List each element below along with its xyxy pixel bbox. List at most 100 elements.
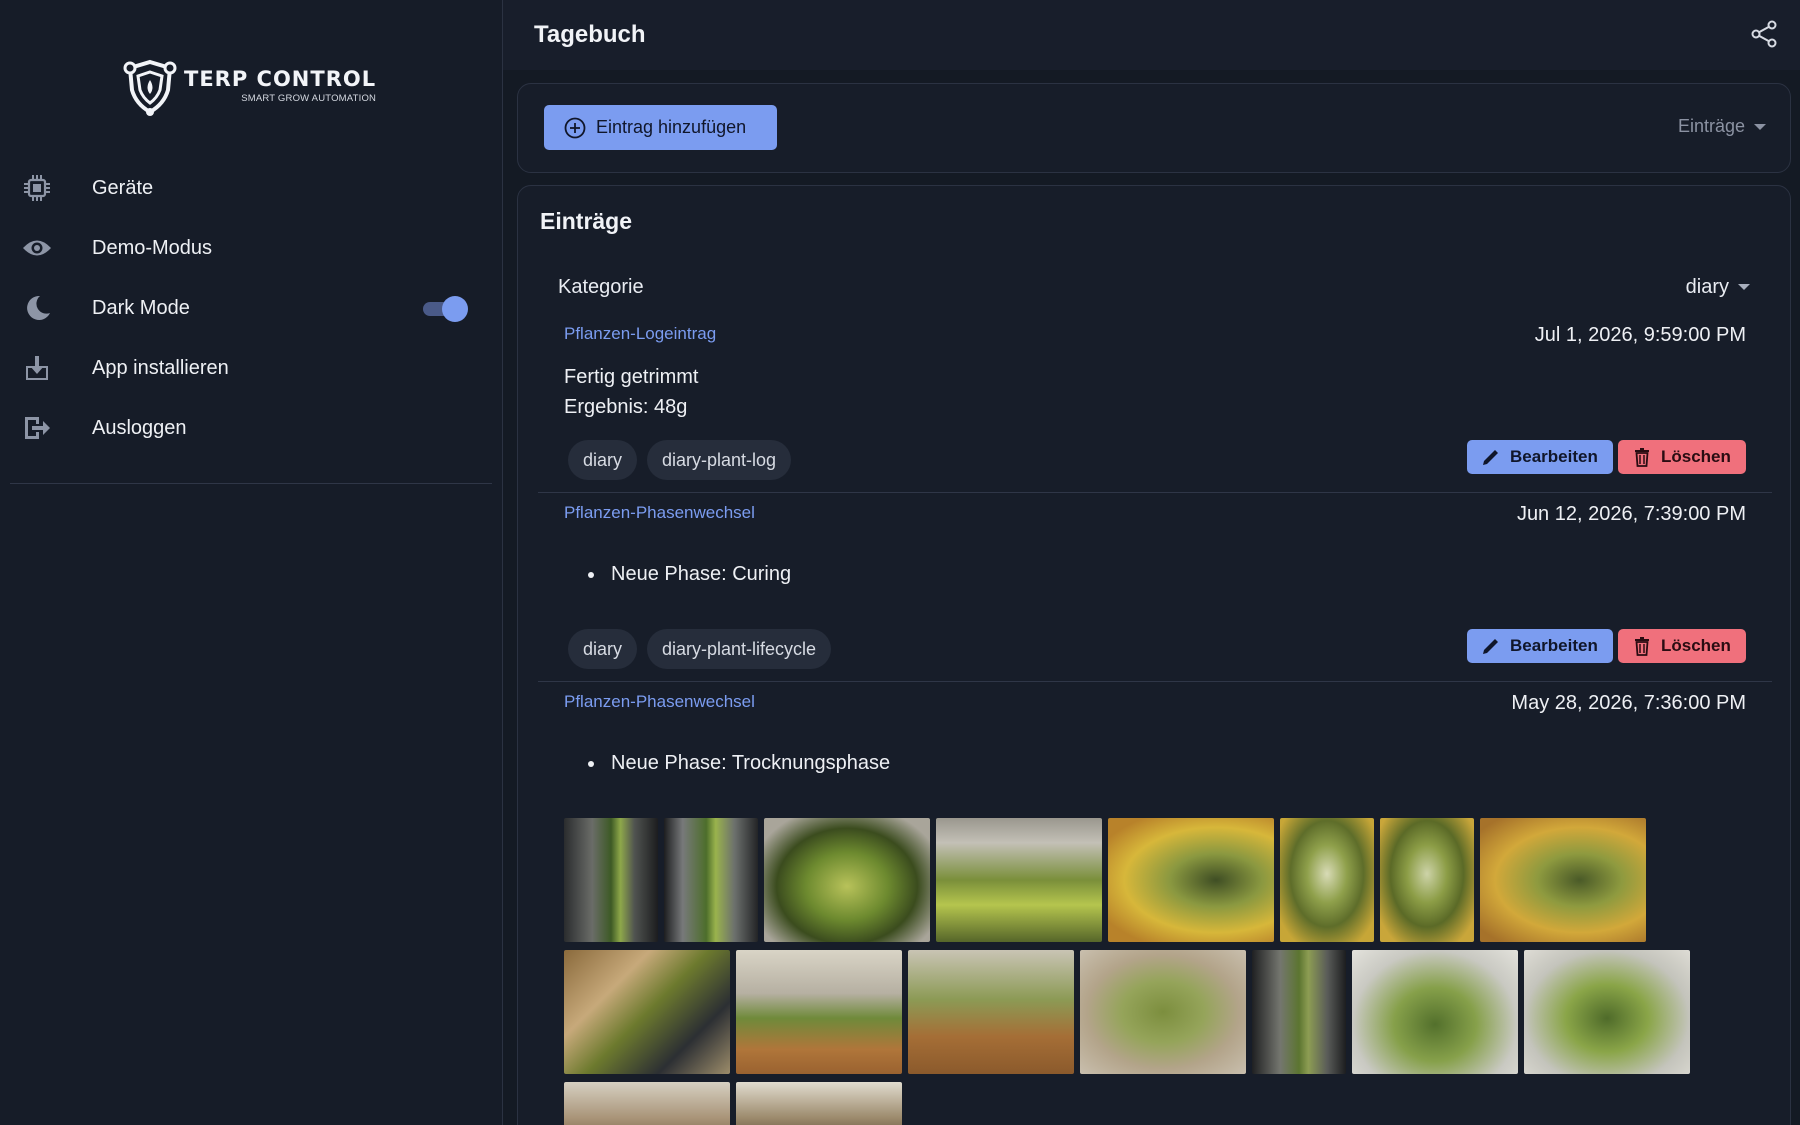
sidebar-nav: Geräte Demo-Modus Dark Mode App installi…: [0, 158, 503, 458]
photo-thumbnail[interactable]: [736, 1082, 902, 1125]
delete-label: Löschen: [1661, 447, 1731, 466]
brand-subtitle: SMART GROW AUTOMATION: [241, 92, 377, 104]
entry-bullet-text: Neue Phase: Trocknungsphase: [611, 752, 891, 774]
photo-thumbnail[interactable]: [936, 818, 1102, 942]
sidebar-item-logout[interactable]: Ausloggen: [0, 398, 503, 458]
share-icon[interactable]: [1750, 20, 1778, 48]
photo-thumbnail[interactable]: [1380, 818, 1474, 942]
entry-type-link[interactable]: Pflanzen-Phasenwechsel: [564, 692, 755, 712]
entry-actions: Bearbeiten Löschen: [1467, 629, 1746, 663]
brand-logo[interactable]: TERP CONTROL SMART GROW AUTOMATION: [120, 56, 376, 116]
entry-type-link[interactable]: Pflanzen-Phasenwechsel: [564, 503, 755, 523]
chip-icon: [22, 173, 52, 203]
category-label: Kategorie: [558, 275, 644, 298]
tag-chip[interactable]: diary: [568, 440, 638, 480]
photo-thumbnail[interactable]: [664, 818, 758, 942]
entries-title: Einträge: [540, 208, 633, 234]
entries-select[interactable]: Einträge: [1678, 116, 1766, 137]
photo-thumbnail[interactable]: [564, 950, 730, 1074]
category-value: diary: [1685, 275, 1729, 298]
entry-bullet: Neue Phase: Curing: [588, 563, 791, 586]
sidebar-item-devices[interactable]: Geräte: [0, 158, 503, 218]
page-title: Tagebuch: [534, 21, 646, 48]
photo-thumbnail[interactable]: [1108, 818, 1274, 942]
moon-icon: [22, 293, 52, 323]
entry-date: Jun 12, 2026, 7:39:00 PM: [1516, 503, 1746, 525]
diary-entry: Pflanzen-Phasenwechsel May 28, 2026, 7:3…: [538, 692, 1772, 1125]
add-entry-label: Eintrag hinzufügen: [596, 117, 747, 137]
entries-select-label: Einträge: [1677, 116, 1745, 136]
entries-card: Einträge Kategorie diary Pflanzen-Logein…: [517, 185, 1791, 1125]
diary-entry: Pflanzen-Phasenwechsel Jun 12, 2026, 7:3…: [538, 503, 1772, 683]
top-bar: Tagebuch: [503, 0, 1800, 70]
entry-date: May 28, 2026, 7:36:00 PM: [1511, 692, 1746, 714]
sidebar-item-label: Ausloggen: [92, 416, 187, 439]
delete-button[interactable]: Löschen: [1618, 440, 1746, 474]
trash-icon: [1635, 448, 1649, 467]
photo-thumbnail[interactable]: [764, 818, 930, 942]
entry-line: Fertig getrimmt: [564, 366, 699, 388]
sidebar-item-label: Geräte: [92, 176, 154, 199]
entry-text: Fertig getrimmt Ergebnis: 48g: [564, 362, 698, 422]
photo-thumbnail[interactable]: [1080, 950, 1246, 1074]
entry-tags: diary diary-plant-log: [568, 440, 792, 480]
add-entry-button[interactable]: Eintrag hinzufügen: [544, 105, 777, 150]
pencil-icon: [1483, 639, 1498, 654]
entry-bullet: Neue Phase: Trocknungsphase: [588, 752, 890, 775]
photo-thumbnail[interactable]: [1352, 950, 1518, 1074]
photo-thumbnail[interactable]: [736, 950, 902, 1074]
entry-type-link[interactable]: Pflanzen-Logeintrag: [564, 324, 716, 344]
bullet-dot: [588, 760, 594, 767]
logout-icon: [22, 413, 52, 443]
bullet-dot: [588, 571, 594, 578]
edit-label: Bearbeiten: [1510, 636, 1598, 655]
sidebar-item-label: Demo-Modus: [92, 236, 213, 259]
app-root: TERP CONTROL SMART GROW AUTOMATION Gerät…: [0, 0, 1800, 1125]
terp-control-logo-icon: [123, 59, 177, 116]
delete-label: Löschen: [1661, 636, 1731, 655]
edit-label: Bearbeiten: [1510, 447, 1598, 466]
sidebar-item-label: Dark Mode: [92, 296, 190, 319]
category-filter: Kategorie diary: [558, 272, 1750, 302]
entry-bullet-text: Neue Phase: Curing: [611, 563, 792, 585]
dark-mode-toggle[interactable]: [420, 296, 468, 322]
trash-icon: [1635, 637, 1649, 656]
sidebar-item-install-app[interactable]: App installieren: [0, 338, 503, 398]
download-icon: [22, 353, 52, 383]
pencil-icon: [1483, 450, 1498, 465]
photo-thumbnail[interactable]: [1480, 818, 1646, 942]
brand-title: TERP CONTROL: [184, 66, 377, 91]
edit-button[interactable]: Bearbeiten: [1467, 440, 1613, 474]
diary-entry: Pflanzen-Logeintrag Jul 1, 2026, 9:59:00…: [538, 324, 1772, 494]
entry-line: Ergebnis: 48g: [564, 396, 688, 418]
entry-actions: Bearbeiten Löschen: [1467, 440, 1746, 474]
sidebar-item-label: App installieren: [92, 356, 229, 379]
sidebar-item-demo-mode[interactable]: Demo-Modus: [0, 218, 503, 278]
delete-button[interactable]: Löschen: [1618, 629, 1746, 663]
main-content: Tagebuch Eintrag hinzufügen Einträge Ein…: [503, 0, 1800, 1125]
entry-tags: diary diary-plant-lifecycle: [568, 629, 832, 669]
sidebar-divider: [10, 483, 492, 484]
eye-icon: [22, 233, 52, 263]
photo-thumbnail[interactable]: [1524, 950, 1690, 1074]
sidebar: TERP CONTROL SMART GROW AUTOMATION Gerät…: [0, 0, 503, 1125]
tag-chip[interactable]: diary: [568, 629, 638, 669]
actions-card: Eintrag hinzufügen Einträge: [517, 83, 1791, 173]
chevron-down-icon: [1754, 123, 1766, 130]
plus-circle-icon: [564, 117, 586, 138]
entry-date: Jul 1, 2026, 9:59:00 PM: [1534, 324, 1746, 346]
edit-button[interactable]: Bearbeiten: [1467, 629, 1613, 663]
chevron-down-icon: [1738, 284, 1750, 290]
toggle-thumb: [442, 296, 468, 322]
sidebar-item-dark-mode[interactable]: Dark Mode: [0, 278, 503, 338]
entry-divider: [538, 492, 1772, 493]
photo-thumbnail[interactable]: [564, 1082, 730, 1125]
tag-chip[interactable]: diary-plant-lifecycle: [647, 629, 832, 669]
photo-thumbnail[interactable]: [1252, 950, 1346, 1074]
photo-thumbnail[interactable]: [564, 818, 658, 942]
tag-chip[interactable]: diary-plant-log: [647, 440, 792, 480]
category-select[interactable]: diary: [1686, 276, 1750, 299]
photo-thumbnail[interactable]: [1280, 818, 1374, 942]
entry-divider: [538, 681, 1772, 682]
photo-thumbnail[interactable]: [908, 950, 1074, 1074]
